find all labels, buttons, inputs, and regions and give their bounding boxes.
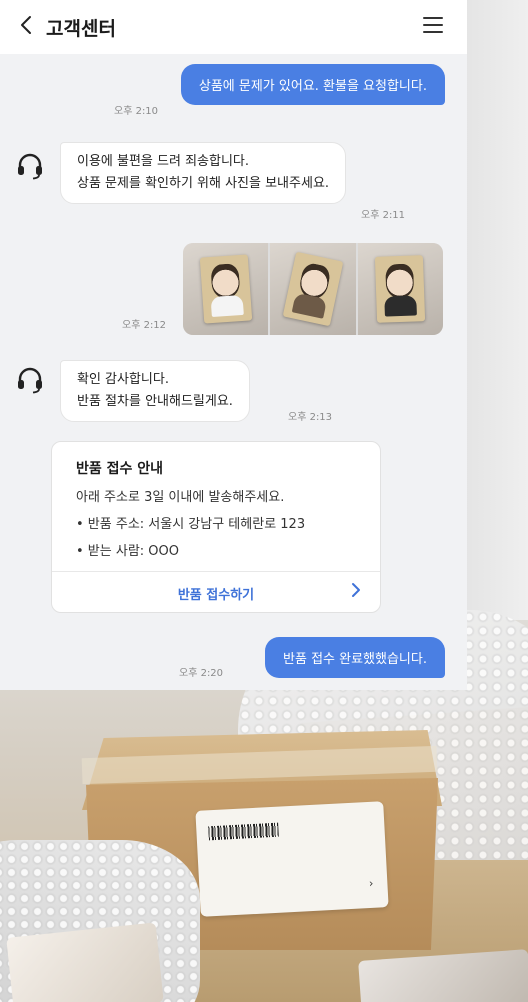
- hamburger-menu-icon[interactable]: [423, 17, 443, 33]
- submit-return-label: 반품 접수하기: [177, 588, 255, 603]
- photo-thumbnail[interactable]: [183, 243, 269, 335]
- photo-thumbnail[interactable]: [357, 243, 443, 335]
- arrow-icon: ›: [368, 876, 374, 890]
- chat-panel: 고객센터 상품에 문제가 있어요. 환불을 요청합니다. 오후 2:10 이용에…: [0, 0, 467, 690]
- notice-line: 아래 주소로 3일 이내에 발송해주세요.: [76, 490, 285, 505]
- agent-message-line: 확인 감사합니다.: [77, 372, 169, 387]
- agent-message-line: 이용에 불편을 드려 죄송합니다.: [77, 154, 250, 169]
- message-time: 오후 2:12: [122, 320, 167, 331]
- message-time: 오후 2:10: [114, 106, 159, 117]
- return-notice-card: 반품 접수 안내 아래 주소로 3일 이내에 발송해주세요. • 반품 주소: …: [51, 441, 381, 613]
- message-time: 오후 2:13: [288, 412, 333, 423]
- agent-message-line: 상품 문제를 확인하기 위해 사진을 보내주세요.: [77, 176, 330, 191]
- notice-line: • 반품 주소: 서울시 강남구 테헤란로 123: [76, 517, 306, 532]
- user-message-bubble: 상품에 문제가 있어요. 환불을 요청합니다.: [180, 64, 445, 105]
- message-time: 오후 2:20: [179, 668, 224, 679]
- app-header: 고객센터: [0, 0, 467, 54]
- headset-icon: [14, 364, 46, 396]
- notice-title: 반품 접수 안내: [76, 461, 164, 477]
- photo-attachment-group[interactable]: [183, 243, 443, 335]
- user-message-bubble: 반품 접수 완료했했습니다.: [265, 637, 445, 678]
- notice-line: • 받는 사람: OOO: [76, 544, 179, 559]
- wall: [458, 0, 528, 620]
- submit-return-button[interactable]: 반품 접수하기: [52, 572, 380, 613]
- agent-message-bubble: 확인 감사합니다. 반품 절차를 안내해드릴게요.: [60, 360, 250, 422]
- chevron-left-icon[interactable]: [18, 14, 42, 41]
- message-time: 오후 2:11: [361, 210, 406, 221]
- barcode-icon: [208, 822, 279, 841]
- shipping-label: ›: [195, 801, 389, 917]
- chevron-right-icon: [350, 581, 362, 604]
- headset-icon: [14, 150, 46, 182]
- page-title: 고객센터: [46, 17, 116, 40]
- photo-thumbnail[interactable]: [270, 243, 356, 335]
- agent-message-bubble: 이용에 불편을 드려 죄송합니다. 상품 문제를 확인하기 위해 사진을 보내주…: [60, 142, 347, 204]
- agent-message-line: 반품 절차를 안내해드릴게요.: [77, 394, 233, 409]
